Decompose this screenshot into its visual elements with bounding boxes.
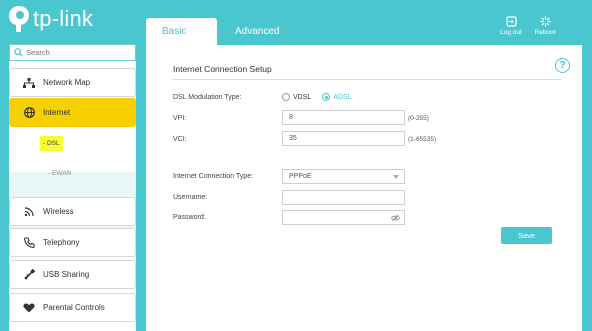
sidebar-item-label: Wireless xyxy=(43,207,74,216)
submenu-item-ewan[interactable]: - EWAN xyxy=(48,170,71,177)
connection-type-value: PPPoE xyxy=(289,173,312,180)
logout-button[interactable]: Log out xyxy=(496,16,526,36)
sidebar-item-label: Internet xyxy=(43,108,71,117)
chevron-down-icon xyxy=(393,175,399,179)
help-icon[interactable]: ? xyxy=(555,58,570,73)
wireless-icon xyxy=(19,206,39,217)
password-input[interactable] xyxy=(282,210,405,225)
brand-name: tp-link xyxy=(33,6,94,31)
phone-icon xyxy=(19,237,39,248)
logout-icon xyxy=(505,16,517,27)
tab-advanced[interactable]: Advanced xyxy=(217,18,295,45)
reboot-icon xyxy=(539,16,551,27)
tp-link-logo: tp-link xyxy=(8,4,93,34)
sidebar-item-usb-sharing[interactable]: USB Sharing xyxy=(9,260,136,289)
search-input[interactable]: Search xyxy=(9,44,136,61)
sidebar: Search Network Map Internet - DSL - EWAN… xyxy=(9,44,136,331)
vpi-range-hint: (0-255) xyxy=(408,115,429,122)
submenu-item-dsl[interactable]: - DSL xyxy=(40,136,63,151)
logout-label: Log out xyxy=(500,29,522,36)
sidebar-item-parental-controls[interactable]: Parental Controls xyxy=(9,293,136,322)
heart-icon xyxy=(19,303,39,313)
tp-link-logo-icon xyxy=(9,6,29,32)
globe-icon xyxy=(19,107,39,118)
sidebar-item-label: Parental Controls xyxy=(43,303,105,312)
section-title: Internet Connection Setup xyxy=(173,64,272,74)
vci-range-hint: (1-65535) xyxy=(408,136,437,143)
network-map-icon xyxy=(19,77,39,88)
tab-basic[interactable]: Basic xyxy=(146,18,217,45)
vci-input[interactable]: 35 xyxy=(282,131,405,146)
sidebar-item-network-map[interactable]: Network Map xyxy=(9,68,136,97)
username-input[interactable] xyxy=(282,190,405,205)
username-label: Username: xyxy=(173,194,208,201)
adsl-radio-label: ADSL xyxy=(333,93,352,101)
sidebar-item-label: Network Map xyxy=(43,78,91,87)
vpi-label: VPI: xyxy=(173,115,187,122)
sidebar-item-internet[interactable]: Internet xyxy=(9,98,136,127)
main-panel: Internet Connection Setup ? DSL Modulati… xyxy=(146,45,582,331)
usb-icon xyxy=(19,269,39,280)
vpi-input[interactable]: 8 xyxy=(282,110,405,125)
sidebar-item-telephony[interactable]: Telephony xyxy=(9,228,136,257)
top-tabs: Basic Advanced xyxy=(146,18,295,45)
sidebar-item-label: USB Sharing xyxy=(43,270,90,279)
section-divider xyxy=(173,79,562,80)
sidebar-item-label: Telephony xyxy=(43,238,80,247)
hide-password-icon[interactable] xyxy=(391,214,400,222)
reboot-button[interactable]: Reboot xyxy=(530,16,560,36)
password-label: Password: xyxy=(173,214,206,221)
connection-type-label: Internet Connection Type: xyxy=(173,173,254,180)
save-button[interactable]: Save xyxy=(501,227,552,244)
dsl-modulation-radio-group: VDSL ADSL xyxy=(282,93,352,101)
vdsl-radio[interactable] xyxy=(282,93,290,101)
adsl-radio[interactable] xyxy=(322,93,331,101)
reboot-label: Reboot xyxy=(534,29,556,36)
search-icon xyxy=(14,48,23,57)
vci-label: VCI: xyxy=(173,136,187,143)
vdsl-radio-label: VDSL xyxy=(293,93,312,101)
sidebar-item-wireless[interactable]: Wireless xyxy=(9,197,136,226)
connection-type-select[interactable]: PPPoE xyxy=(282,169,405,184)
search-placeholder: Search xyxy=(26,48,50,57)
dsl-modulation-label: DSL Modulation Type: xyxy=(173,94,242,101)
